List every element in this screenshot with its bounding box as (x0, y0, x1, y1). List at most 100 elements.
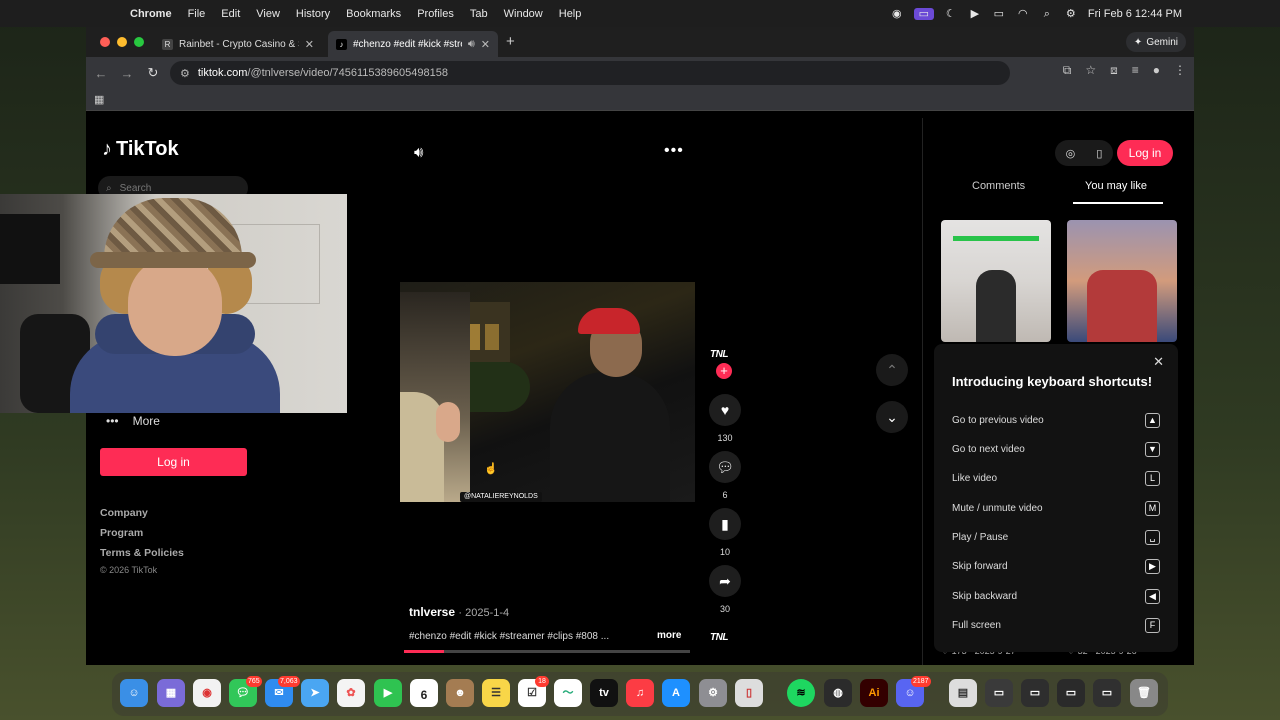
header-login-button[interactable]: Log in (1117, 140, 1173, 166)
minimize-window-button[interactable] (117, 37, 127, 47)
tab-you-may-like[interactable]: You may like (1085, 180, 1147, 192)
iphone-mirroring-icon[interactable]: ▯ (735, 679, 763, 707)
menu-edit[interactable]: Edit (213, 8, 248, 20)
spotlight-search-icon[interactable]: ⌕ (1040, 8, 1054, 20)
menu-history[interactable]: History (288, 8, 338, 20)
wifi-icon[interactable]: ◠ (1016, 8, 1030, 20)
bookmark-icon[interactable]: ▮ (709, 508, 741, 540)
apps-grid-icon[interactable]: ▦ (94, 93, 104, 106)
forward-button[interactable]: → (114, 66, 140, 81)
more-options-icon[interactable]: ••• (664, 142, 684, 160)
menu-bookmarks[interactable]: Bookmarks (338, 8, 409, 20)
screen-record-icon[interactable]: ▭ (913, 7, 934, 20)
footer-link-program[interactable]: Program (100, 527, 143, 539)
tab-comments[interactable]: Comments (972, 180, 1025, 192)
site-info-icon[interactable]: ⚙ (180, 67, 190, 80)
tiktok-icon: ♪ (336, 38, 347, 50)
volume-icon[interactable]: 🔊︎ (414, 144, 423, 161)
play-icon[interactable]: ▶ (968, 8, 982, 20)
previous-video-button[interactable]: ⌃ (876, 354, 908, 386)
footer-link-terms[interactable]: Terms & Policies (100, 547, 184, 559)
share-arrow-icon[interactable]: ➦ (709, 565, 741, 597)
tab-audio-icon[interactable]: 🔊︎ (468, 38, 475, 51)
close-tab-icon[interactable]: ✕ (305, 38, 314, 51)
video-player[interactable]: @NATALIEREYNOLDS (400, 282, 695, 502)
control-center-icon[interactable]: ⚙ (1064, 8, 1078, 20)
video-author[interactable]: tnlverse · 2025-1-4 (409, 605, 509, 619)
tab-tiktok[interactable]: ♪ #chenzo #edit #kick #stre 🔊︎ ✕ (328, 31, 498, 57)
trash-icon[interactable]: 🗑︎ (1130, 679, 1158, 707)
active-tab-underline (1073, 202, 1163, 204)
zoom-window-button[interactable] (134, 37, 144, 47)
photos-icon[interactable]: ✿ (337, 679, 365, 707)
recent-window-thumbnail[interactable]: ▭ (1093, 679, 1121, 707)
menu-file[interactable]: File (180, 8, 214, 20)
system-settings-icon[interactable]: ⚙ (699, 679, 727, 707)
back-button[interactable]: ← (88, 66, 114, 81)
close-icon[interactable]: ✕ (1153, 354, 1164, 370)
extensions-icon[interactable]: ⧈ (1110, 63, 1118, 78)
apple-tv-icon[interactable]: tv (590, 679, 618, 707)
contacts-icon[interactable]: ☻ (446, 679, 474, 707)
logo-text: TikTok (116, 138, 179, 160)
music-icon[interactable]: ♫ (626, 679, 654, 707)
like-heart-icon[interactable]: ♥ (709, 394, 741, 426)
menu-view[interactable]: View (248, 8, 288, 20)
footer-link-company[interactable]: Company (100, 507, 148, 519)
document-icon[interactable]: ▤ (949, 679, 977, 707)
maps-icon[interactable]: ➤ (301, 679, 329, 707)
moon-icon[interactable]: ☾ (944, 8, 958, 20)
facetime-icon[interactable]: ▶ (374, 679, 402, 707)
proton-vpn-icon[interactable]: ◍ (824, 679, 852, 707)
shortcut-row: Skip forward ▶ (952, 557, 1160, 575)
sidebar-login-button[interactable]: Log in (100, 448, 247, 476)
compass-icon[interactable]: ◎ (1066, 147, 1076, 160)
menu-window[interactable]: Window (496, 8, 551, 20)
close-window-button[interactable] (100, 37, 110, 47)
creator-avatar[interactable]: TNL (710, 349, 728, 360)
chrome-icon[interactable]: ◉ (193, 679, 221, 707)
gemini-button[interactable]: ✦ Gemini (1125, 32, 1186, 52)
extension-status-icon[interactable]: ◉ (890, 8, 904, 20)
bookmark-star-icon[interactable]: ☆ (1085, 63, 1096, 78)
video-progress-bar[interactable] (404, 650, 690, 653)
recent-window-thumbnail[interactable]: ▭ (1021, 679, 1049, 707)
url-input[interactable]: ⚙ tiktok.com/@tnlverse/video/74561153896… (170, 61, 1010, 85)
chrome-menu-icon[interactable]: ⋮ (1174, 63, 1186, 78)
illustrator-icon[interactable]: Ai (860, 679, 888, 707)
calendar-icon[interactable]: 6 (410, 679, 438, 707)
reload-button[interactable]: ↻ (140, 65, 166, 81)
recent-window-thumbnail[interactable]: ▭ (985, 679, 1013, 707)
comment-icon[interactable]: 💬︎ (709, 451, 741, 483)
next-video-button[interactable]: ⌄ (876, 401, 908, 433)
suggested-video-thumbnail[interactable] (1067, 220, 1177, 342)
recent-window-thumbnail[interactable]: ▭ (1057, 679, 1085, 707)
caption-more-link[interactable]: more (657, 630, 681, 641)
music-disc-avatar[interactable]: TNL (710, 632, 728, 643)
app-store-icon[interactable]: A (662, 679, 690, 707)
battery-icon[interactable]: ▭ (992, 8, 1006, 20)
tiktok-logo[interactable]: ♪ TikTok (102, 138, 179, 161)
follow-plus-icon[interactable]: + (716, 363, 732, 379)
new-tab-button[interactable]: + (506, 33, 515, 50)
phone-icon[interactable]: ▯ (1096, 147, 1102, 160)
finder-icon[interactable]: ☺ (120, 679, 148, 707)
close-tab-icon[interactable]: ✕ (481, 38, 490, 51)
menu-profiles[interactable]: Profiles (409, 8, 462, 20)
sidebar-item-more[interactable]: ••• More (106, 414, 160, 428)
launchpad-icon[interactable]: ▦ (157, 679, 185, 707)
profile-avatar[interactable]: ● (1153, 63, 1160, 78)
video-caption: #chenzo #edit #kick #streamer #clips #80… (409, 631, 610, 642)
menu-app-name[interactable]: Chrome (122, 8, 180, 20)
menu-help[interactable]: Help (551, 8, 590, 20)
media-controls-icon[interactable]: ≡ (1132, 63, 1139, 78)
spotify-icon[interactable]: ≋ (787, 679, 815, 707)
tab-rainbet[interactable]: R Rainbet - Crypto Casino & Sp ✕ (154, 31, 322, 57)
install-app-icon[interactable]: ⧉ (1063, 63, 1072, 78)
menubar-clock[interactable]: Fri Feb 6 12:44 PM (1088, 8, 1182, 20)
suggested-video-thumbnail[interactable] (941, 220, 1051, 342)
menu-tab[interactable]: Tab (462, 8, 496, 20)
notes-icon[interactable]: ☰ (482, 679, 510, 707)
freeform-icon[interactable]: 〜 (554, 679, 582, 707)
author-name[interactable]: tnlverse (409, 605, 455, 619)
